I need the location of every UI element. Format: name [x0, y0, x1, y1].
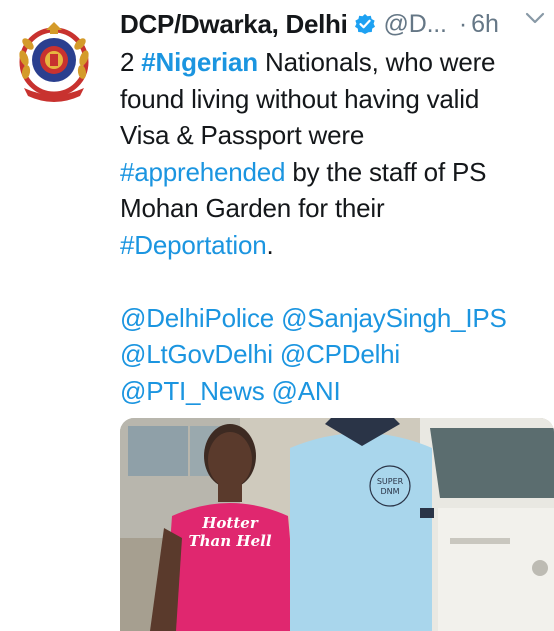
tweet-text-line: found living without having valid: [120, 83, 480, 114]
chevron-down-icon[interactable]: [524, 10, 546, 26]
tweet-text-line: @LtGovDelhi @CPDelhi: [120, 336, 552, 373]
text-fragment: by the staff of PS: [285, 156, 487, 187]
mention-delhipolice[interactable]: @DelhiPolice: [120, 303, 274, 333]
tweet-text-line: Mohan Garden for their: [120, 193, 385, 223]
tweet-card[interactable]: DCP/Dwarka, Delhi @D... · 6h 2 #Nigerian…: [0, 0, 554, 631]
mention-pti-news[interactable]: @PTI_News: [120, 376, 265, 406]
timestamp[interactable]: 6h: [471, 10, 499, 39]
shirt-text: Hotter: [201, 514, 259, 532]
display-name[interactable]: DCP/Dwarka, Delhi: [120, 9, 348, 40]
mention-ani[interactable]: @ANI: [272, 376, 341, 406]
hashtag-apprehended[interactable]: #apprehended: [120, 157, 286, 187]
hashtag-deportation[interactable]: #Deportation: [120, 230, 267, 260]
tweet-text-line: @PTI_News @ANI: [120, 373, 552, 410]
shirt-logo-text: SUPER: [377, 477, 404, 486]
separator-dot: ·: [458, 9, 468, 38]
tweet-photo[interactable]: Hotter Than Hell SUPER DNM: [120, 418, 554, 631]
delhi-police-emblem-icon[interactable]: [10, 18, 98, 106]
tweet-text-line: #Deportation.: [120, 227, 552, 264]
text-fragment: 2: [120, 47, 142, 77]
shirt-text: Than Hell: [188, 532, 271, 550]
mention-ltgovdelhi[interactable]: @LtGovDelhi: [120, 339, 273, 369]
user-handle[interactable]: @D...: [384, 10, 447, 39]
tweet-text-line: #apprehended by the staff of PS: [120, 154, 552, 191]
hashtag-nigerian[interactable]: #Nigerian: [141, 47, 258, 77]
tweet-text: 2 #Nigerian Nationals, who were found li…: [120, 44, 552, 409]
text-fragment: Nationals, who were: [257, 47, 496, 77]
tweet-header: DCP/Dwarka, Delhi @D... · 6h: [120, 4, 550, 44]
tweet-text-line: Visa & Passport were: [120, 120, 365, 150]
mention-cpdelhi[interactable]: @CPDelhi: [280, 339, 400, 369]
mention-sanjaysingh[interactable]: @SanjaySingh_IPS: [281, 303, 507, 333]
verified-badge-icon: [354, 13, 376, 35]
text-fragment: .: [266, 229, 274, 260]
tweet-text-line: 2 #Nigerian Nationals, who were: [120, 44, 552, 81]
shirt-logo-text: DNM: [380, 487, 399, 496]
tweet-text-line: @DelhiPolice @SanjaySingh_IPS: [120, 300, 552, 337]
